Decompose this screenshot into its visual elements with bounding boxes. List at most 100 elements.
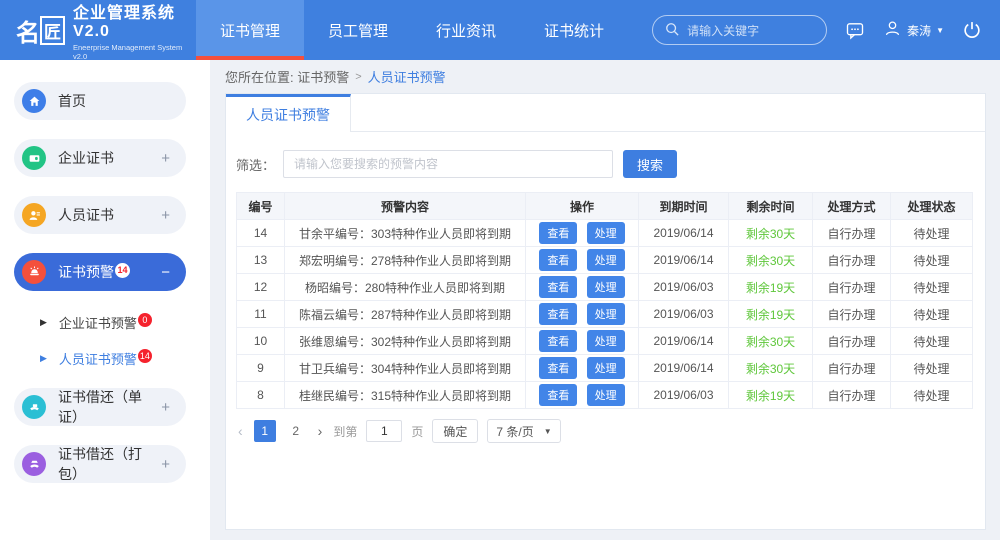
table-row: 10 张维恩编号：302特种作业人员即将到期 查看 处理 2019/06/14 …	[237, 328, 973, 355]
plus-icon[interactable]: +	[161, 456, 170, 473]
filter-input[interactable]	[283, 150, 613, 178]
view-button[interactable]: 查看	[539, 222, 577, 244]
cell-method: 自行办理	[813, 355, 891, 382]
cell-status: 待处理	[891, 247, 973, 274]
sidebar-item-company-cert[interactable]: 企业证书 +	[14, 139, 186, 177]
cell-status: 待处理	[891, 274, 973, 301]
plus-icon[interactable]: +	[161, 207, 170, 224]
breadcrumb-separator: >	[355, 71, 361, 83]
page-unit-label: 页	[411, 423, 423, 440]
handle-button[interactable]: 处理	[587, 357, 625, 379]
content-card: 人员证书预警 筛选： 搜索 编号 预警内容	[225, 93, 986, 530]
app-subtitle: Eneerprise Management System v2.0	[73, 43, 196, 61]
handle-button[interactable]: 处理	[587, 222, 625, 244]
message-icon[interactable]	[845, 20, 865, 40]
next-page-icon[interactable]: ›	[316, 423, 325, 439]
sidebar-item-cert-warning[interactable]: 证书预警 14 −	[14, 253, 186, 291]
cell-id: 13	[237, 247, 285, 274]
view-button[interactable]: 查看	[539, 249, 577, 271]
app-logo: 名 匠 企业管理系统V2.0 Eneerprise Management Sys…	[0, 0, 196, 60]
company-cert-icon	[22, 146, 46, 170]
sidebar-item-company-warning[interactable]: ▶ 企业证书预警 0	[0, 304, 210, 340]
cell-method: 自行办理	[813, 382, 891, 409]
cell-due-date: 2019/06/14	[639, 220, 729, 247]
page-button-2[interactable]: 2	[285, 420, 307, 442]
table-row: 11 陈福云编号：287特种作业人员即将到期 查看 处理 2019/06/03 …	[237, 301, 973, 328]
plus-icon[interactable]: +	[161, 399, 170, 416]
confirm-button[interactable]: 确定	[432, 419, 478, 443]
page-button-1[interactable]: 1	[254, 420, 276, 442]
goto-label: 到第	[333, 423, 357, 440]
handle-button[interactable]: 处理	[587, 330, 625, 352]
cell-actions: 查看 处理	[526, 274, 639, 301]
prev-page-icon[interactable]: ‹	[236, 423, 245, 439]
view-button[interactable]: 查看	[539, 330, 577, 352]
sidebar-item-person-warning[interactable]: ▶ 人员证书预警 14	[0, 340, 210, 376]
submenu-label: 人员证书预警	[59, 349, 137, 368]
handle-button[interactable]: 处理	[587, 249, 625, 271]
logout-power-icon[interactable]	[962, 20, 982, 40]
handle-button[interactable]: 处理	[587, 303, 625, 325]
cell-remaining-time: 剩余19天	[729, 301, 813, 328]
search-icon	[665, 22, 679, 39]
nav-label: 员工管理	[328, 20, 388, 41]
sidebar: 首页 企业证书 + 人员证书 + 证书预警 14 − ▶	[0, 60, 210, 540]
cell-status: 待处理	[891, 382, 973, 409]
nav-cert-management[interactable]: 证书管理	[196, 0, 304, 60]
table-row: 12 杨昭编号：280特种作业人员即将到期 查看 处理 2019/06/03 剩…	[237, 274, 973, 301]
nav-cert-statistics[interactable]: 证书统计	[520, 0, 628, 60]
tab-bar: 人员证书预警	[226, 94, 985, 132]
cell-due-date: 2019/06/14	[639, 355, 729, 382]
user-menu[interactable]: 秦涛 ▼	[883, 19, 944, 41]
cell-warning-content: 张维恩编号：302特种作业人员即将到期	[285, 328, 526, 355]
minus-icon[interactable]: −	[161, 264, 170, 281]
app-title: 企业管理系统V2.0	[73, 0, 196, 41]
cell-status: 待处理	[891, 355, 973, 382]
sidebar-item-person-cert[interactable]: 人员证书 +	[14, 196, 186, 234]
cell-warning-content: 桂继民编号：315特种作业人员即将到期	[285, 382, 526, 409]
cell-due-date: 2019/06/03	[639, 274, 729, 301]
cell-warning-content: 甘余平编号：303特种作业人员即将到期	[285, 220, 526, 247]
header-right: 请输入关键字 秦涛 ▼	[652, 0, 1000, 60]
nav-staff-management[interactable]: 员工管理	[304, 0, 412, 60]
view-button[interactable]: 查看	[539, 303, 577, 325]
search-button[interactable]: 搜索	[623, 150, 677, 178]
cell-status: 待处理	[891, 328, 973, 355]
col-header-remain: 剩余时间	[729, 193, 813, 220]
cell-warning-content: 陈福云编号：287特种作业人员即将到期	[285, 301, 526, 328]
cell-remaining-time: 剩余30天	[729, 247, 813, 274]
sidebar-item-label: 证书预警	[58, 262, 114, 282]
nav-industry-news[interactable]: 行业资讯	[412, 0, 520, 60]
cell-method: 自行办理	[813, 301, 891, 328]
page-size-select[interactable]: 7 条/页 ▼	[487, 419, 560, 443]
goto-page-input[interactable]	[366, 420, 402, 442]
view-button[interactable]: 查看	[539, 357, 577, 379]
person-warning-badge: 14	[138, 349, 152, 363]
top-header: 名 匠 企业管理系统V2.0 Eneerprise Management Sys…	[0, 0, 1000, 60]
tab-person-cert-warning[interactable]: 人员证书预警	[226, 94, 351, 132]
sidebar-item-home[interactable]: 首页	[14, 82, 186, 120]
chevron-down-icon: ▼	[936, 26, 944, 35]
plus-icon[interactable]: +	[161, 150, 170, 167]
breadcrumb-current[interactable]: 人员证书预警	[368, 67, 446, 86]
breadcrumb: 您所在位置: 证书预警 > 人员证书预警	[225, 60, 986, 93]
cell-warning-content: 郑宏明编号：278特种作业人员即将到期	[285, 247, 526, 274]
view-button[interactable]: 查看	[539, 384, 577, 406]
table-row: 9 甘卫兵编号：304特种作业人员即将到期 查看 处理 2019/06/14 剩…	[237, 355, 973, 382]
global-search[interactable]: 请输入关键字	[652, 15, 827, 45]
sidebar-item-label: 首页	[58, 91, 86, 111]
cell-id: 11	[237, 301, 285, 328]
home-icon	[22, 89, 46, 113]
cell-warning-content: 杨昭编号：280特种作业人员即将到期	[285, 274, 526, 301]
nav-label: 行业资讯	[436, 20, 496, 41]
table-header-row: 编号 预警内容 操作 到期时间 剩余时间 处理方式 处理状态	[237, 193, 973, 220]
main-content: 您所在位置: 证书预警 > 人员证书预警 人员证书预警 筛选： 搜索	[210, 60, 1000, 540]
cell-due-date: 2019/06/14	[639, 328, 729, 355]
sidebar-item-borrow-pack[interactable]: 证书借还（打包） +	[14, 445, 186, 483]
cell-id: 12	[237, 274, 285, 301]
handle-button[interactable]: 处理	[587, 384, 625, 406]
cell-id: 9	[237, 355, 285, 382]
handle-button[interactable]: 处理	[587, 276, 625, 298]
view-button[interactable]: 查看	[539, 276, 577, 298]
sidebar-item-borrow-single[interactable]: 证书借还（单证） +	[14, 388, 186, 426]
